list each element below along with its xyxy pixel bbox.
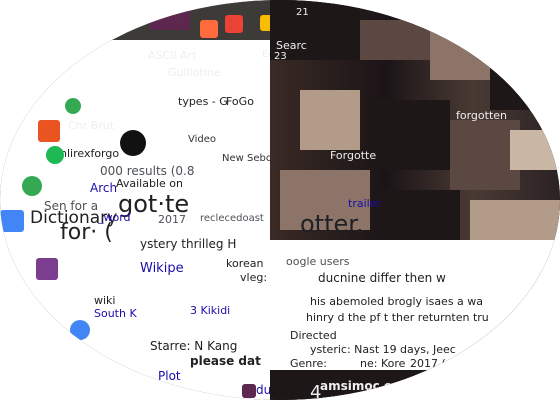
- new-sebos-label: New Sebos: [222, 153, 278, 164]
- directed-text: Directed: [290, 329, 337, 342]
- wikipedia-link[interactable]: Wikipe: [140, 262, 184, 275]
- typee-label: Typee: [120, 107, 153, 120]
- south-korea-link[interactable]: South K: [94, 308, 137, 319]
- year-text: 2017: [158, 213, 186, 226]
- number-21: 21: [296, 7, 309, 18]
- thriller-text: ystery thrilleg H: [140, 237, 237, 251]
- users-text: oogle users: [286, 255, 350, 268]
- still-tile: [380, 190, 460, 240]
- for-heading: for· (: [60, 220, 113, 245]
- days-text: days, Jeec: [400, 343, 456, 356]
- still-tile: [300, 90, 360, 150]
- kikidi-link[interactable]: 3 Kikidi: [190, 305, 230, 316]
- abemolded-text: his abemoled brogly isaes a wa: [310, 295, 484, 308]
- producer-text: amsimoc cod bv: K Ho: [320, 379, 470, 393]
- korea-text: ne: Kore: [360, 357, 406, 370]
- black-circle-icon: [120, 130, 146, 156]
- available-on: Available on: [116, 177, 183, 190]
- forgotten-label: forgotten: [456, 109, 508, 122]
- korean-text: korean: [226, 257, 264, 270]
- arch-link[interactable]: Arch: [90, 182, 117, 194]
- search-results-fragments: ASCII Art Guillotine types - G FoGo Edi …: [0, 0, 301, 400]
- purple-app-icon[interactable]: [36, 258, 58, 280]
- release-text: please dat: [190, 354, 261, 368]
- more-info-button[interactable]: More in: [466, 248, 507, 259]
- record-icon[interactable]: [542, 270, 558, 286]
- still-tile: [490, 50, 560, 110]
- results-count: 000 results (0.8: [100, 164, 195, 178]
- spotify-icon[interactable]: [46, 146, 64, 164]
- blue-dot-icon[interactable]: [70, 320, 90, 340]
- elliptical-mosaic: ASCII Art Guillotine types - G FoGo Edi …: [0, 0, 560, 400]
- mosaic-stage: ASCII Art Guillotine types - G FoGo Edi …: [0, 0, 560, 400]
- purple-strip: [150, 0, 190, 30]
- search-label: Searc: [276, 39, 307, 52]
- types-label: types - G: [178, 95, 228, 108]
- share-icon[interactable]: [520, 330, 538, 348]
- trailer-link[interactable]: trailer: [348, 198, 381, 209]
- word-link[interactable]: _word: [98, 212, 131, 223]
- blue-square-icon[interactable]: [0, 210, 24, 232]
- mystery-text: ysteric: Nast 19: [310, 343, 397, 356]
- otter-heading: otter.: [300, 210, 364, 238]
- green-dot-icon: [65, 98, 81, 114]
- four-glyph: 4: [310, 382, 322, 400]
- recicle-text: reclecedoast: [200, 213, 264, 224]
- starring-text: Starre: N Kang: [150, 339, 238, 353]
- red-app-icon[interactable]: [225, 15, 243, 33]
- return-text: hinry d the pf t ther returnten tru: [306, 311, 489, 324]
- orange-app-icon[interactable]: [200, 20, 218, 38]
- genre-text: Genre:: [290, 357, 328, 370]
- wiki-text: wiki: [94, 294, 116, 307]
- still-tile: [360, 20, 430, 60]
- ascii-art-label: ASCII Art: [148, 49, 197, 62]
- dark-panel-block: [110, 40, 260, 88]
- still-tile: [370, 100, 450, 170]
- movie-stills-mosaic: Searc 21 23 Forgotte forgotten otter. tr…: [270, 0, 560, 400]
- bottom-purple-icon: [242, 384, 256, 398]
- release-year-text: 2017 (: [410, 357, 446, 370]
- guillotine-label: Guillotine: [168, 66, 221, 79]
- nlirex-label: nlirexforgo: [60, 147, 120, 160]
- still-tile: [430, 30, 490, 80]
- forgotte-label: Forgotte: [330, 149, 377, 162]
- fogo-label: FoGo: [226, 95, 254, 108]
- plot-link[interactable]: Plot: [158, 370, 181, 382]
- video-label: Video: [188, 134, 217, 145]
- green-circle-icon[interactable]: [22, 176, 42, 196]
- still-tile: [510, 130, 560, 170]
- different-text: ducnine differ then w: [318, 271, 446, 285]
- tae-link[interactable]: Tae: [470, 358, 488, 369]
- ubuntu-icon[interactable]: [38, 120, 60, 142]
- number-23: 23: [274, 51, 287, 62]
- chr-brut-label: Chr Brut: [68, 119, 115, 132]
